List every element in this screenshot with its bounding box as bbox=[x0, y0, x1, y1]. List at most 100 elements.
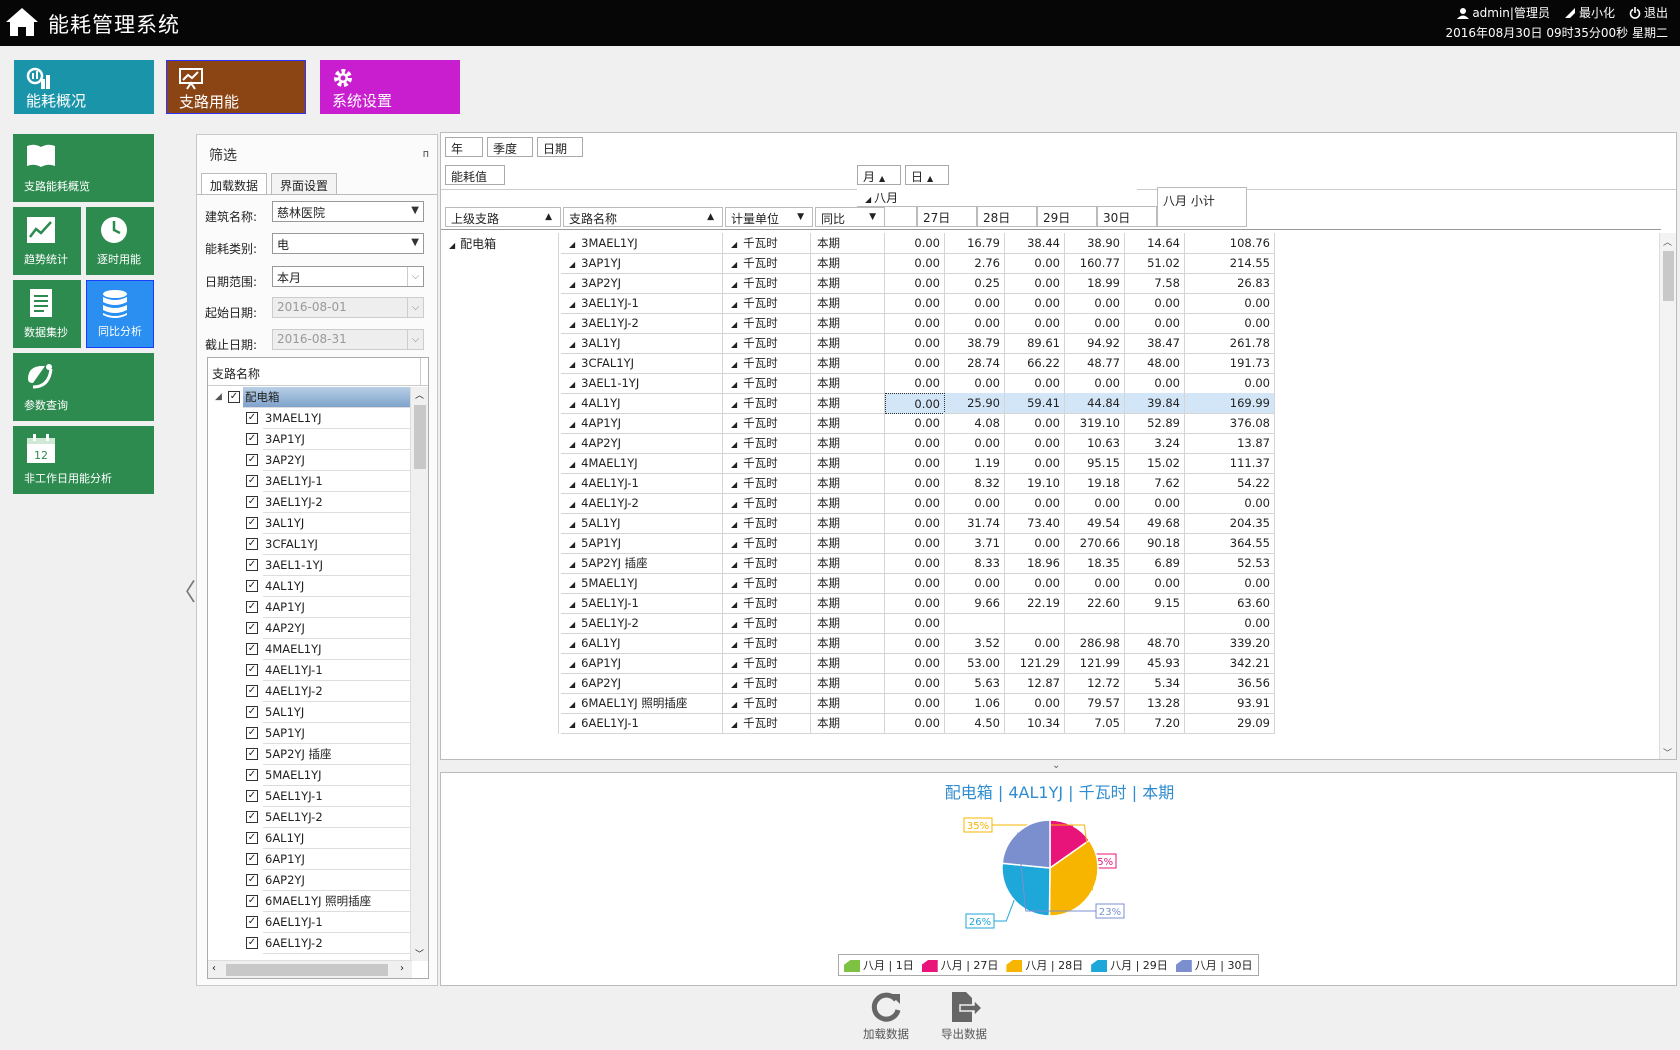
value-cell[interactable]: 0.00 bbox=[885, 613, 945, 634]
checkbox-checked[interactable]: ✓ bbox=[246, 664, 258, 676]
collapse-triangle-icon[interactable]: ◢ bbox=[569, 360, 575, 369]
period-cell[interactable]: 本期 bbox=[811, 633, 885, 654]
value-cell[interactable]: 93.91 bbox=[1185, 693, 1275, 714]
period-cell[interactable]: 本期 bbox=[811, 453, 885, 474]
value-cell[interactable]: 0.00 bbox=[885, 473, 945, 494]
period-cell[interactable]: 本期 bbox=[811, 473, 885, 494]
value-cell[interactable]: 44.84 bbox=[1065, 393, 1125, 414]
value-cell[interactable]: 38.44 bbox=[1005, 233, 1065, 254]
collapse-triangle-icon[interactable]: ◢ bbox=[731, 480, 737, 489]
collapse-triangle-icon[interactable]: ◢ bbox=[731, 620, 737, 629]
panel-splitter-icon[interactable]: ⌄ bbox=[1052, 760, 1060, 771]
value-cell[interactable]: 25.90 bbox=[945, 393, 1005, 414]
value-cell[interactable]: 12.72 bbox=[1065, 673, 1125, 694]
tree-item[interactable]: ✓ 3AEL1-1YJ bbox=[208, 555, 412, 576]
value-cell[interactable]: 5.34 bbox=[1125, 673, 1185, 694]
value-cell[interactable]: 48.70 bbox=[1125, 633, 1185, 654]
collapse-triangle-icon[interactable]: ◢ bbox=[731, 280, 737, 289]
value-cell[interactable]: 111.37 bbox=[1185, 453, 1275, 474]
period-cell[interactable]: 本期 bbox=[811, 673, 885, 694]
branch-name-cell[interactable]: ◢ 5AP2YJ 插座 bbox=[561, 553, 723, 574]
value-cell[interactable]: 0.00 bbox=[1185, 293, 1275, 314]
unit-cell[interactable]: ◢ 千瓦时 bbox=[723, 693, 811, 714]
grid-vertical-scrollbar[interactable]: ︿ ﹀ bbox=[1659, 233, 1676, 759]
scroll-thumb[interactable] bbox=[414, 405, 426, 469]
value-cell[interactable]: 121.99 bbox=[1065, 653, 1125, 674]
tab-ui-settings[interactable]: 界面设置 bbox=[271, 173, 338, 195]
period-cell[interactable]: 本期 bbox=[811, 233, 885, 254]
branch-name-cell[interactable]: ◢ 5AEL1YJ-1 bbox=[561, 593, 723, 614]
value-cell[interactable]: 0.00 bbox=[885, 713, 945, 734]
checkbox-checked[interactable]: ✓ bbox=[246, 832, 258, 844]
minimize-button[interactable]: 最小化 bbox=[1564, 4, 1615, 21]
value-cell[interactable]: 0.00 bbox=[1005, 573, 1065, 594]
value-cell[interactable]: 9.66 bbox=[945, 593, 1005, 614]
side-hourly-energy[interactable]: 逐时用能 bbox=[86, 207, 154, 275]
side-data-collection[interactable]: 数据集抄 bbox=[13, 280, 81, 348]
checkbox-checked[interactable]: ✓ bbox=[246, 769, 258, 781]
scroll-down-icon[interactable]: ﹀ bbox=[1663, 746, 1672, 759]
collapse-triangle-icon[interactable]: ◢ bbox=[731, 460, 737, 469]
table-row[interactable]: ◢ 3AL1YJ ◢ 千瓦时 本期 0.00 38.79 89.61 94.92 38.47 261… bbox=[441, 333, 1661, 354]
collapse-triangle-icon[interactable]: ◢ bbox=[569, 680, 575, 689]
tree-item[interactable]: ✓ 5AEL1YJ-2 bbox=[208, 807, 412, 828]
period-cell[interactable]: 本期 bbox=[811, 353, 885, 374]
value-cell[interactable]: 79.57 bbox=[1065, 693, 1125, 714]
value-cell[interactable]: 10.34 bbox=[1005, 713, 1065, 734]
nav-branch-energy[interactable]: 支路用能 bbox=[166, 60, 306, 114]
value-cell[interactable]: 22.60 bbox=[1065, 593, 1125, 614]
nav-energy-overview[interactable]: 能耗概况 bbox=[14, 60, 154, 114]
unit-cell[interactable]: ◢ 千瓦时 bbox=[723, 473, 811, 494]
table-row[interactable]: ◢ 5AEL1YJ-1 ◢ 千瓦时 本期 0.00 9.66 22.19 22.60 9.15 63… bbox=[441, 593, 1661, 614]
side-trend-stats[interactable]: 趋势统计 bbox=[13, 207, 81, 275]
unit-cell[interactable]: ◢ 千瓦时 bbox=[723, 533, 811, 554]
value-cell[interactable]: 63.60 bbox=[1185, 593, 1275, 614]
collapse-triangle-icon[interactable]: ◢ bbox=[569, 300, 575, 309]
checkbox-checked[interactable]: ✓ bbox=[228, 391, 240, 403]
checkbox-checked[interactable]: ✓ bbox=[246, 517, 258, 529]
value-cell[interactable]: 8.32 bbox=[945, 473, 1005, 494]
value-cell[interactable]: 0.00 bbox=[1185, 373, 1275, 394]
period-cell[interactable]: 本期 bbox=[811, 533, 885, 554]
value-cell[interactable]: 31.74 bbox=[945, 513, 1005, 534]
value-cell[interactable]: 39.84 bbox=[1125, 393, 1185, 414]
tree-horizontal-scrollbar[interactable]: ‹ › bbox=[208, 960, 412, 978]
value-cell[interactable] bbox=[1065, 613, 1125, 634]
value-cell[interactable]: 0.00 bbox=[885, 493, 945, 514]
branch-name-cell[interactable]: ◢ 3AL1YJ bbox=[561, 333, 723, 354]
unit-cell[interactable]: ◢ 千瓦时 bbox=[723, 493, 811, 514]
unit-cell[interactable]: ◢ 千瓦时 bbox=[723, 433, 811, 454]
collapse-triangle-icon[interactable]: ◢ bbox=[731, 600, 737, 609]
checkbox-checked[interactable]: ✓ bbox=[246, 412, 258, 424]
period-cell[interactable]: 本期 bbox=[811, 273, 885, 294]
value-cell[interactable]: 0.00 bbox=[945, 293, 1005, 314]
value-cell[interactable]: 7.05 bbox=[1065, 713, 1125, 734]
collapse-triangle-icon[interactable]: ◢ bbox=[731, 260, 737, 269]
tree-item[interactable]: ✓ 3AEL1YJ-1 bbox=[208, 471, 412, 492]
value-cell[interactable]: 6.89 bbox=[1125, 553, 1185, 574]
value-cell[interactable]: 4.50 bbox=[945, 713, 1005, 734]
legend-item[interactable]: 八月 | 27日 bbox=[921, 957, 998, 973]
value-cell[interactable]: 26.83 bbox=[1185, 273, 1275, 294]
value-cell[interactable]: 0.00 bbox=[1185, 613, 1275, 634]
checkbox-checked[interactable]: ✓ bbox=[246, 727, 258, 739]
branch-name-cell[interactable]: ◢ 4AP1YJ bbox=[561, 413, 723, 434]
unit-cell[interactable]: ◢ 千瓦时 bbox=[723, 253, 811, 274]
value-cell[interactable]: 342.21 bbox=[1185, 653, 1275, 674]
col-header-yoy[interactable]: 同比 ▼ bbox=[815, 207, 885, 227]
value-cell[interactable]: 38.47 bbox=[1125, 333, 1185, 354]
table-row[interactable]: ◢ 3CFAL1YJ ◢ 千瓦时 本期 0.00 28.74 66.22 48.77 48.00 1… bbox=[441, 353, 1661, 374]
tree-item[interactable]: ✓ 6AL1YJ bbox=[208, 828, 412, 849]
period-cell[interactable]: 本期 bbox=[811, 293, 885, 314]
user-account[interactable]: admin|管理员 bbox=[1457, 4, 1550, 21]
value-cell[interactable]: 191.73 bbox=[1185, 353, 1275, 374]
value-cell[interactable]: 45.93 bbox=[1125, 653, 1185, 674]
checkbox-checked[interactable]: ✓ bbox=[246, 580, 258, 592]
legend-item[interactable]: 八月 | 30日 bbox=[1175, 957, 1253, 973]
value-cell[interactable]: 0.00 bbox=[1125, 573, 1185, 594]
home-icon[interactable] bbox=[4, 6, 40, 38]
checkbox-checked[interactable]: ✓ bbox=[246, 706, 258, 718]
value-cell[interactable]: 51.02 bbox=[1125, 253, 1185, 274]
side-nonworkday-analysis[interactable]: 12 非工作日用能分析 bbox=[13, 426, 154, 494]
value-cell[interactable]: 204.35 bbox=[1185, 513, 1275, 534]
